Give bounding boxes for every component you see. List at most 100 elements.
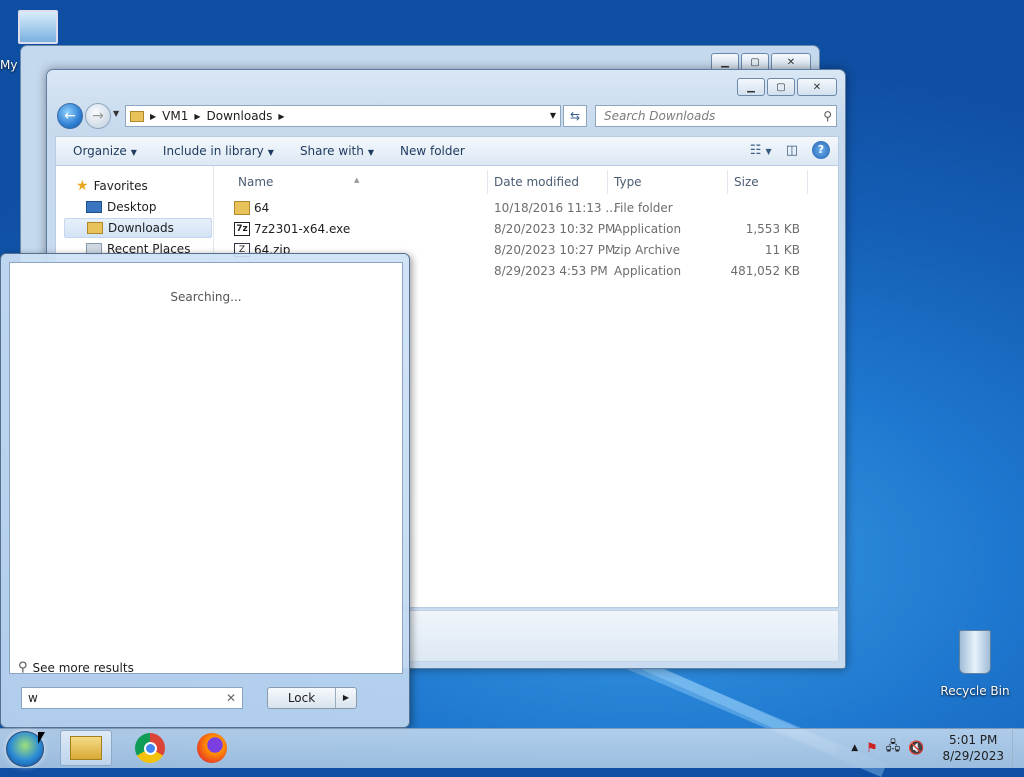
file-size: 11 KB — [764, 243, 800, 257]
see-more-results-label: See more results — [32, 660, 134, 675]
share-with-button[interactable]: Share with ▼ — [291, 144, 383, 158]
recycle-bin-icon — [959, 630, 991, 674]
address-dropdown-icon[interactable]: ▼ — [550, 111, 556, 120]
start-search-value: w — [28, 691, 38, 705]
new-folder-button[interactable]: New folder — [391, 144, 474, 158]
breadcrumb-downloads[interactable]: Downloads — [207, 109, 273, 123]
nav-favorites[interactable]: ★ Favorites — [64, 176, 212, 196]
file-type: Application — [614, 264, 682, 278]
desktop-icon — [86, 201, 102, 213]
search-input[interactable]: Search Downloads ⚲ — [595, 105, 837, 127]
file-date: 8/20/2023 10:27 PM — [494, 243, 616, 257]
file-name: 7z2301-x64.exe — [254, 222, 351, 236]
file-row[interactable]: 7z 7z2301-x64.exe 8/20/2023 10:32 PM App… — [216, 219, 836, 240]
forward-button[interactable]: → — [85, 103, 111, 129]
minimize-button[interactable]: ▁ — [737, 78, 765, 96]
include-in-library-button[interactable]: Include in library ▼ — [154, 144, 283, 158]
chevron-down-icon: ▼ — [130, 148, 137, 157]
refresh-icon: ⇆ — [569, 109, 581, 123]
mouse-cursor-icon — [38, 732, 45, 744]
chevron-down-icon: ▼ — [267, 148, 274, 157]
show-hidden-icons-button[interactable]: ▲ — [851, 743, 858, 753]
refresh-button[interactable]: ⇆ — [563, 105, 587, 127]
see-more-results-link[interactable]: ⚲ See more results — [18, 660, 134, 675]
organize-button[interactable]: Organize ▼ — [64, 144, 146, 158]
search-icon[interactable]: ⚲ — [823, 106, 832, 126]
folder-icon — [130, 110, 144, 122]
file-type: File folder — [614, 201, 673, 215]
desktop-icon-label: Recycle Bin — [940, 684, 1010, 698]
magnifier-icon: ⚲ — [18, 660, 28, 675]
chevron-down-icon: ▼ — [367, 148, 374, 157]
taskbar-explorer-button[interactable] — [60, 730, 112, 766]
column-header-type[interactable]: Type — [608, 170, 728, 194]
column-header-date[interactable]: Date modified — [488, 170, 608, 194]
file-date: 10/18/2016 11:13 ... — [494, 201, 617, 215]
command-bar: Organize ▼ Include in library ▼ Share with… — [55, 136, 839, 166]
help-icon[interactable]: ? — [812, 141, 830, 159]
clock-date: 8/29/2023 — [942, 749, 1004, 763]
start-menu[interactable]: Searching... ⚲ See more results w ✕ Lock… — [0, 253, 410, 728]
nav-downloads[interactable]: Downloads — [64, 218, 212, 238]
address-row: ← → ▼ ▶ VM1 ▶ Downloads ▶ ▼ ⇆ Search Dow… — [55, 103, 839, 129]
file-date: 8/20/2023 10:32 PM — [494, 222, 616, 236]
searching-status: Searching... — [170, 290, 242, 304]
folder-icon — [234, 201, 250, 215]
taskbar-firefox-button[interactable] — [186, 730, 238, 766]
close-button[interactable]: ✕ — [797, 78, 837, 96]
recent-pages-dropdown-icon[interactable]: ▼ — [113, 109, 119, 118]
back-arrow-icon: ← — [64, 108, 76, 124]
column-name-label: Name — [238, 175, 274, 189]
desktop-icon-recycle-bin[interactable]: Recycle Bin — [940, 630, 1010, 698]
include-in-library-label: Include in library — [162, 144, 264, 158]
nav-favorites-label: Favorites — [93, 179, 148, 193]
file-type: Application — [614, 222, 682, 236]
lock-label[interactable]: Lock — [268, 688, 336, 708]
breadcrumb-chevron-icon[interactable]: ▶ — [150, 112, 156, 121]
start-search-input[interactable]: w ✕ — [21, 687, 243, 709]
chrome-icon — [135, 733, 165, 763]
breadcrumb-chevron-icon[interactable]: ▶ — [194, 112, 200, 121]
clock-time: 5:01 PM — [949, 733, 998, 747]
preview-pane-icon[interactable]: ◫ — [786, 143, 798, 158]
breadcrumb-chevron-icon[interactable]: ▶ — [278, 112, 284, 121]
share-with-label: Share with — [299, 144, 364, 158]
file-type: zip Archive — [614, 243, 680, 257]
file-size: 481,052 KB — [730, 264, 800, 278]
back-button[interactable]: ← — [57, 103, 83, 129]
forward-arrow-icon: → — [92, 108, 104, 124]
nav-downloads-label: Downloads — [108, 221, 174, 235]
7z-icon: 7z — [234, 222, 250, 236]
nav-desktop-label: Desktop — [107, 200, 157, 214]
file-size: 1,553 KB — [745, 222, 800, 236]
address-bar[interactable]: ▶ VM1 ▶ Downloads ▶ ▼ — [125, 105, 561, 127]
show-desktop-button[interactable] — [1012, 728, 1024, 768]
network-disconnected-icon[interactable]: 🖧 — [886, 737, 901, 759]
clear-search-icon[interactable]: ✕ — [226, 688, 236, 708]
column-header-name[interactable]: Name ▲ — [216, 170, 488, 194]
taskbar-chrome-button[interactable] — [124, 730, 176, 766]
column-header-size[interactable]: Size — [728, 170, 808, 194]
view-controls: ☷ ▼ ◫ ? — [750, 141, 830, 159]
file-row[interactable]: 64 10/18/2016 11:13 ... File folder — [216, 198, 836, 219]
file-explorer-icon — [70, 736, 102, 760]
file-date: 8/29/2023 4:53 PM — [494, 264, 608, 278]
action-center-warning-icon[interactable]: ⚑ — [866, 741, 878, 756]
power-options-arrow-icon[interactable]: ▶ — [336, 688, 356, 708]
nav-desktop[interactable]: Desktop — [64, 197, 212, 217]
breadcrumb-vm1[interactable]: VM1 — [162, 109, 188, 123]
maximize-button[interactable]: ▢ — [767, 78, 795, 96]
file-name: 64 — [254, 201, 270, 215]
search-placeholder: Search Downloads — [604, 109, 716, 123]
computer-icon — [18, 10, 58, 44]
downloads-folder-icon — [87, 222, 103, 234]
firefox-icon — [197, 733, 227, 763]
sort-ascending-icon: ▲ — [354, 176, 360, 184]
system-tray: ▲ ⚑ 🖧 🔇 5:01 PM 8/29/2023 — [851, 728, 1024, 768]
search-results-panel: Searching... ⚲ See more results — [9, 262, 403, 675]
star-icon: ★ — [76, 178, 89, 194]
lock-button[interactable]: Lock ▶ — [267, 687, 357, 709]
volume-muted-icon[interactable]: 🔇 — [908, 741, 924, 756]
clock[interactable]: 5:01 PM 8/29/2023 — [942, 732, 1004, 764]
view-options-icon[interactable]: ☷ ▼ — [750, 143, 772, 158]
